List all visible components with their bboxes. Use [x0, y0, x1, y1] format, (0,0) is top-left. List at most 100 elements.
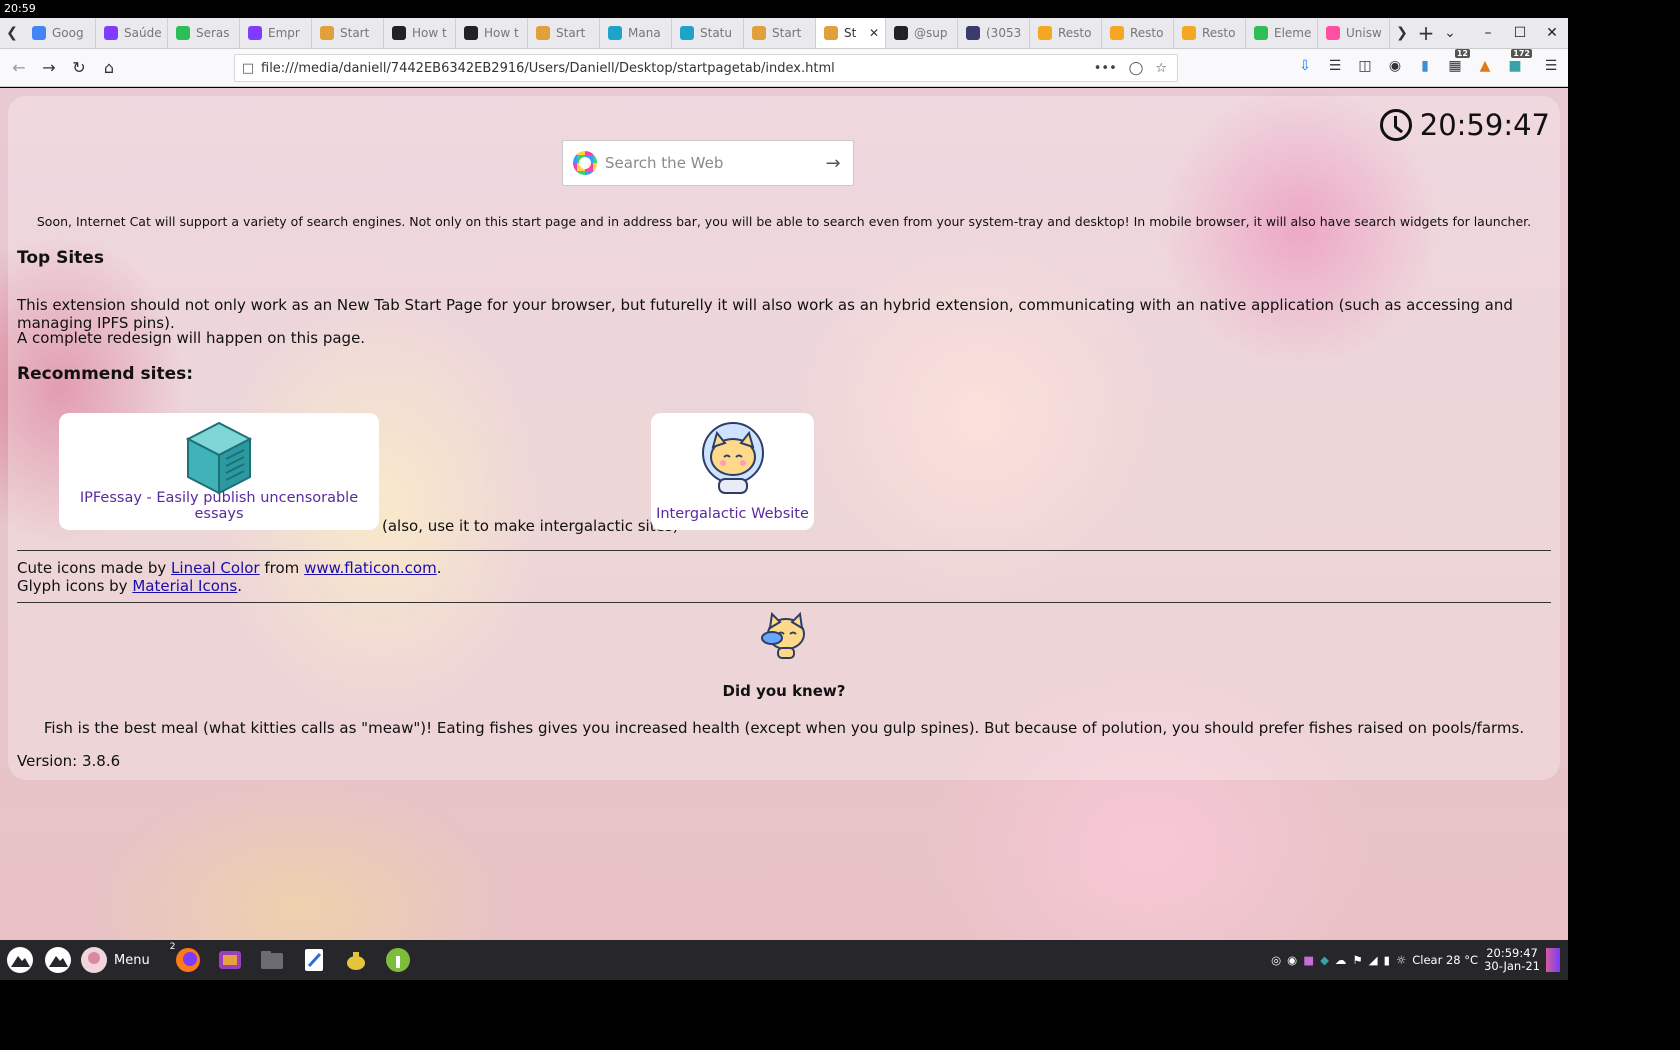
- extension-fox-icon[interactable]: ▲: [1474, 55, 1496, 77]
- tray-weather-text[interactable]: Clear 28 °C: [1412, 953, 1478, 967]
- tab-favicon-icon: [1182, 26, 1196, 40]
- app-task-5[interactable]: [338, 942, 374, 978]
- firefox-task[interactable]: 2: [170, 942, 206, 978]
- tray-clock[interactable]: 20:59:47 30-Jan-21: [1484, 947, 1540, 973]
- tab-favicon-icon: [32, 26, 46, 40]
- browser-tab[interactable]: Start: [528, 18, 600, 48]
- browser-tab[interactable]: St ✕: [816, 18, 886, 48]
- ipfessay-link[interactable]: IPFessay - Easily publish uncensorable e…: [59, 490, 379, 522]
- browser-tab[interactable]: @sup: [886, 18, 958, 48]
- tab-title: How t: [412, 26, 447, 40]
- divider-top: [17, 550, 1551, 551]
- sidebar-icon[interactable]: ◫: [1354, 55, 1376, 77]
- browser-tab[interactable]: Start: [744, 18, 816, 48]
- tray-camera-icon[interactable]: ◉: [1287, 953, 1297, 967]
- browser-tab[interactable]: Resto: [1174, 18, 1246, 48]
- tray-color-icon[interactable]: ■: [1303, 953, 1314, 967]
- tray-network-icon[interactable]: ◢: [1369, 953, 1378, 967]
- tab-favicon-icon: [1254, 26, 1268, 40]
- browser-tab[interactable]: Unisw: [1318, 18, 1390, 48]
- downloads-icon[interactable]: ⇩: [1294, 55, 1316, 77]
- browser-tab[interactable]: Resto: [1030, 18, 1102, 48]
- tray-weather-icon[interactable]: ☼: [1396, 953, 1406, 967]
- tab-favicon-icon: [966, 26, 980, 40]
- tray-bell-icon[interactable]: ⚑: [1352, 953, 1362, 967]
- tray-battery-icon[interactable]: ▮: [1384, 953, 1390, 967]
- browser-tab[interactable]: Saúde: [96, 18, 168, 48]
- firefox-icon: [175, 948, 200, 972]
- search-submit-arrow-icon[interactable]: →: [813, 153, 853, 174]
- tab-title: How t: [484, 26, 519, 40]
- browser-tab[interactable]: How t: [384, 18, 456, 48]
- browser-tab[interactable]: (3053: [958, 18, 1030, 48]
- minimize-icon[interactable]: –: [1472, 25, 1504, 41]
- tray-cloud-icon[interactable]: ☁: [1335, 953, 1347, 967]
- extension-cube-icon[interactable]: ■ 172: [1504, 49, 1532, 77]
- tab-scroll-right-icon[interactable]: ❯: [1390, 18, 1414, 48]
- page-info-icon[interactable]: □: [235, 61, 261, 76]
- bookmark-star-icon[interactable]: ☆: [1155, 61, 1167, 76]
- tab-favicon-icon: [1038, 26, 1052, 40]
- browser-tab[interactable]: Statu: [672, 18, 744, 48]
- browser-tab[interactable]: How t: [456, 18, 528, 48]
- maximize-icon[interactable]: ☐: [1504, 25, 1536, 41]
- tab-favicon-icon: [464, 26, 478, 40]
- browser-tab[interactable]: Resto: [1102, 18, 1174, 48]
- tray-app-icon[interactable]: ◎: [1271, 953, 1281, 967]
- extension-grid-icon[interactable]: ▦ 12: [1444, 49, 1470, 77]
- app-task-2[interactable]: [212, 942, 248, 978]
- back-icon[interactable]: ←: [4, 53, 34, 83]
- library-icon[interactable]: ☰: [1324, 55, 1346, 77]
- search-engines-notice: Soon, Internet Cat will support a variet…: [36, 214, 1532, 229]
- browser-tab[interactable]: Empr: [240, 18, 312, 48]
- url-bar[interactable]: □ file:///media/daniell/7442EB6342EB2916…: [234, 54, 1178, 82]
- tab-favicon-icon: [176, 26, 190, 40]
- tab-scroll-left-icon[interactable]: ❮: [0, 18, 24, 48]
- tab-favicon-icon: [104, 26, 118, 40]
- tab-title: St: [844, 26, 857, 40]
- app-task-4[interactable]: [296, 942, 332, 978]
- home-icon[interactable]: ⌂: [94, 53, 124, 83]
- tab-favicon-icon: [536, 26, 550, 40]
- recommended-site-ipfessay[interactable]: IPFessay - Easily publish uncensorable e…: [59, 413, 379, 530]
- app-task-6[interactable]: [380, 942, 416, 978]
- new-tab-icon[interactable]: +: [1414, 18, 1438, 48]
- launcher-icon[interactable]: [2, 942, 38, 978]
- page-actions-icon[interactable]: •••: [1094, 61, 1117, 76]
- launcher-mountain-icon: [7, 947, 33, 973]
- astronaut-cat-icon: [701, 422, 764, 494]
- browser-tab[interactable]: Start: [312, 18, 384, 48]
- tab-title: Resto: [1058, 26, 1092, 40]
- tray-cube-icon[interactable]: ◆: [1320, 953, 1329, 967]
- tree-icon: [385, 948, 410, 972]
- browser-tab[interactable]: Mana: [600, 18, 672, 48]
- extension-badge-2: 172: [1511, 49, 1532, 58]
- search-input[interactable]: [605, 154, 813, 172]
- tab-strip: ❮ Goog Saúde Seras Empr Start How t How t Start…: [0, 18, 1568, 49]
- browser-tab[interactable]: Seras: [168, 18, 240, 48]
- lineal-color-link[interactable]: Lineal Color: [171, 559, 260, 577]
- url-text[interactable]: file:///media/daniell/7442EB6342EB2916/U…: [261, 61, 835, 76]
- intergalactic-link[interactable]: Intergalactic Website: [651, 506, 814, 522]
- flaticon-link[interactable]: www.flaticon.com: [304, 559, 437, 577]
- material-icons-link[interactable]: Material Icons: [132, 577, 237, 595]
- recommended-site-intergalactic[interactable]: Intergalactic Website: [651, 413, 814, 530]
- app-task-3[interactable]: [254, 942, 290, 978]
- account-icon[interactable]: ◉: [1384, 55, 1406, 77]
- extension-bookmark-icon[interactable]: ▮: [1414, 55, 1436, 77]
- forward-icon[interactable]: →: [34, 53, 64, 83]
- pocket-icon[interactable]: ◯: [1129, 61, 1144, 76]
- recommend-between-text: (also, use it to make intergalactic site…: [382, 517, 679, 535]
- close-window-icon[interactable]: ✕: [1536, 25, 1568, 41]
- browser-tab[interactable]: Goog: [24, 18, 96, 48]
- close-tab-icon[interactable]: ✕: [869, 26, 879, 40]
- tabs-container: Goog Saúde Seras Empr Start How t How t Start Ma…: [24, 18, 1390, 48]
- workspace-icon[interactable]: [40, 942, 76, 978]
- workspace-mountain-icon: [45, 947, 71, 973]
- menu-button[interactable]: Menu: [80, 946, 150, 974]
- show-desktop-icon[interactable]: [1546, 948, 1560, 972]
- menu-hamburger-icon[interactable]: ☰: [1540, 55, 1562, 77]
- reload-icon[interactable]: ↻: [64, 53, 94, 83]
- tab-list-chevron-down-icon[interactable]: ⌄: [1438, 18, 1462, 48]
- browser-tab[interactable]: Eleme: [1246, 18, 1318, 48]
